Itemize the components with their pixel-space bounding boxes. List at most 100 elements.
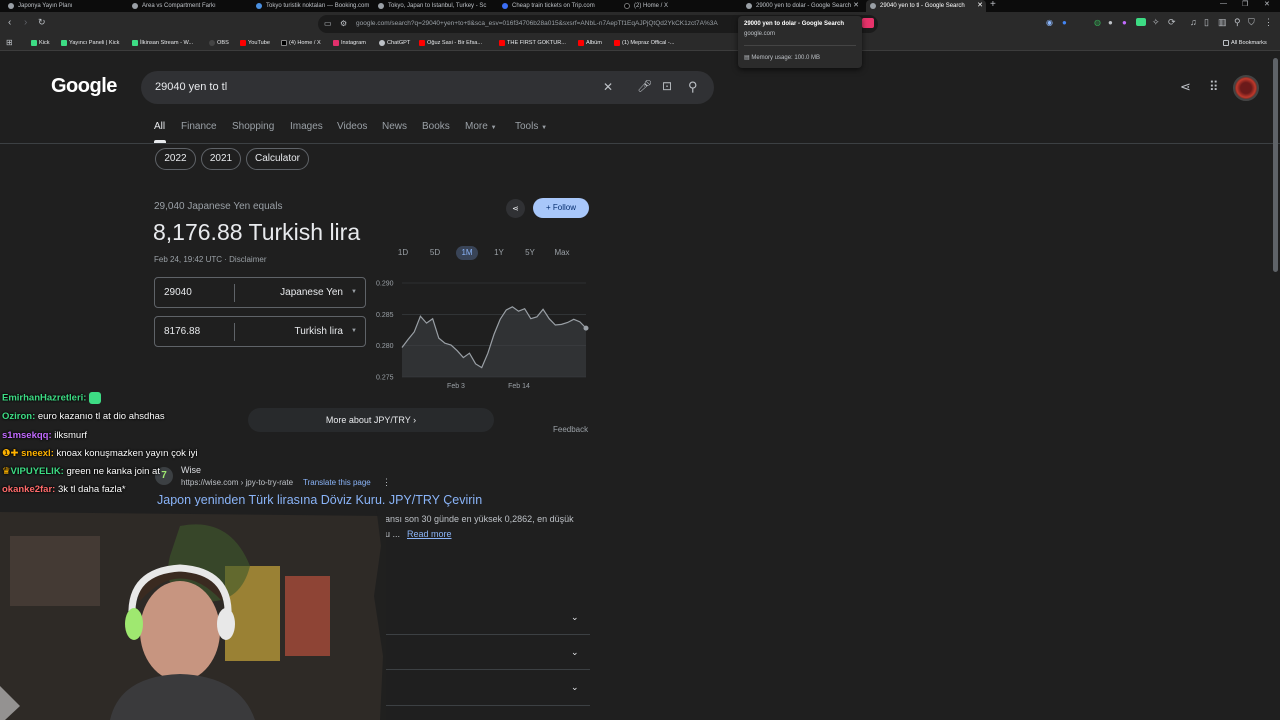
chat-message: ♛VIPUYELIK: green ne kanka join at <box>2 466 160 477</box>
chip-2021[interactable]: 2021 <box>201 148 241 170</box>
timestamp-disclaimer[interactable]: Feb 24, 19:42 UTC · Disclaimer <box>154 255 266 264</box>
search-input[interactable]: 29040 yen to tl <box>155 81 227 93</box>
browser-tab[interactable]: Japonya Yayın Planı <box>4 0 122 12</box>
close-tab-icon[interactable]: ✕ <box>853 0 859 12</box>
tab-all[interactable]: All <box>154 121 165 132</box>
search-box[interactable]: 29040 yen to tl ✕ 🎤︎ ⊡ ⚲ <box>141 71 714 104</box>
follow-button[interactable]: + Follow <box>533 198 589 218</box>
search-icon[interactable]: ⚲ <box>688 80 698 93</box>
close-window-icon[interactable]: ✕ <box>1264 0 1270 8</box>
feedback-link[interactable]: Feedback <box>553 425 588 434</box>
bookmark-item[interactable]: Albüm <box>577 36 602 51</box>
tab-images[interactable]: Images <box>290 121 323 132</box>
extensions-puzzle-icon[interactable]: ✧ <box>1152 17 1160 28</box>
to-currency-field[interactable]: 8176.88 Turkish lira ▼ <box>154 316 366 347</box>
more-options-icon[interactable]: ⋮ <box>382 477 391 488</box>
bookmark-item[interactable]: Kick <box>30 36 50 51</box>
bookmark-item[interactable]: Yayıncı Paneli | Kick <box>60 36 119 51</box>
google-logo[interactable]: Google <box>51 75 117 98</box>
media-icon[interactable]: ♫ <box>1190 17 1197 27</box>
tab-tools[interactable]: Tools ▼ <box>515 121 547 132</box>
forward-icon[interactable]: › <box>24 17 27 28</box>
result-site-name[interactable]: Wise <box>181 465 201 475</box>
lens-icon[interactable]: ⊡ <box>662 80 672 92</box>
avatar[interactable] <box>1233 75 1259 101</box>
bookmark-item[interactable]: (4) Home / X <box>280 36 321 51</box>
maximize-icon[interactable]: ❐ <box>1242 0 1248 8</box>
range-1y[interactable]: 1Y <box>491 246 507 260</box>
close-tab-icon[interactable]: ✕ <box>977 0 983 12</box>
tab-videos[interactable]: Videos <box>337 121 367 132</box>
from-amount-input[interactable]: 29040 <box>164 287 192 298</box>
equals-label: 29,040 Japanese Yen equals <box>154 201 283 212</box>
browser-tab[interactable]: Cheap train tickets on Trip.com <box>498 0 616 12</box>
translate-link[interactable]: Translate this page <box>303 478 371 487</box>
lab-icon[interactable]: ⚲ <box>1234 17 1241 28</box>
read-more-link[interactable]: Read more <box>407 529 452 539</box>
reload-icon[interactable]: ↻ <box>38 17 46 28</box>
share-icon[interactable]: ⋖ <box>1180 80 1191 93</box>
extension-icon[interactable]: ● <box>1062 18 1067 27</box>
bookmark-item[interactable]: Instagram <box>332 36 366 51</box>
browser-tab[interactable]: Tokyo turistik noktaları — Booking.com <box>252 0 370 12</box>
browser-tab[interactable]: (2) Home / X <box>620 0 738 12</box>
from-currency-select[interactable]: Japanese Yen <box>280 287 343 298</box>
menu-dots-icon[interactable]: ⋮ <box>1264 17 1273 28</box>
back-icon[interactable]: ‹ <box>8 17 11 28</box>
bookmark-item[interactable]: OBS <box>208 36 229 51</box>
bookmark-item[interactable]: THE FIRST GOKTUR... <box>498 36 566 51</box>
bookmark-item[interactable]: ChatGPT <box>378 36 410 51</box>
extension-icon[interactable] <box>862 18 874 28</box>
more-about-button[interactable]: More about JPY/TRY › <box>248 408 494 432</box>
browser-tab-active[interactable]: 29040 yen to tl - Google Search ✕ <box>866 0 986 12</box>
apps-grid-icon[interactable]: ⠿ <box>1209 80 1219 93</box>
share-button[interactable]: ⋖ <box>506 199 525 218</box>
browser-tab[interactable]: Tokyo, Japan to Istanbul, Turkey - Sc <box>374 0 492 12</box>
from-currency-field[interactable]: 29040 Japanese Yen ▼ <box>154 277 366 308</box>
shield-icon[interactable]: ⛉ <box>1248 17 1255 28</box>
extension-icon[interactable]: ● <box>1108 18 1113 27</box>
extension-icon[interactable]: ⟳ <box>1168 17 1176 28</box>
site-info-icon[interactable]: ⚙ <box>340 15 347 33</box>
tab-more[interactable]: More ▼ <box>465 121 497 132</box>
tab-books[interactable]: Books <box>422 121 450 132</box>
result-title-link[interactable]: Japon yeninden Türk lirasına Döviz Kuru.… <box>157 493 482 507</box>
range-5d[interactable]: 5D <box>427 246 443 260</box>
result-url[interactable]: https://wise.com › jpy-to-try-rate <box>181 478 293 487</box>
minimize-icon[interactable]: — <box>1220 0 1227 7</box>
bookmark-item[interactable]: YouTube <box>239 36 270 51</box>
chevron-down-icon[interactable]: ⌄ <box>571 682 579 693</box>
voice-search-icon[interactable]: 🎤︎ <box>637 80 652 92</box>
chevron-down-icon[interactable]: ⌄ <box>571 647 579 658</box>
side-panel-icon[interactable]: ▯ <box>1204 17 1209 28</box>
browser-tab[interactable]: 29000 yen to dolar - Google Search ✕ <box>742 0 862 12</box>
page-scrollbar[interactable] <box>1273 58 1278 272</box>
range-5y[interactable]: 5Y <box>522 246 538 260</box>
extension-icon[interactable]: ◍ <box>1094 18 1101 27</box>
apps-grid-icon[interactable]: ⊞ <box>6 38 13 47</box>
tab-shopping[interactable]: Shopping <box>232 121 274 132</box>
range-max[interactable]: Max <box>552 246 572 260</box>
bookmark-item[interactable]: İlkinsan Stream - W... <box>131 36 193 51</box>
tab-finance[interactable]: Finance <box>181 121 217 132</box>
bookmark-item[interactable]: (1) Mepraz Offical -... <box>613 36 674 51</box>
extension-icon[interactable]: ● <box>1122 18 1127 27</box>
browser-tab[interactable]: Area vs Compartment Farkı <box>128 0 246 12</box>
to-amount-input[interactable]: 8176.88 <box>164 326 200 337</box>
to-currency-select[interactable]: Turkish lira <box>294 326 343 337</box>
range-1d[interactable]: 1D <box>395 246 411 260</box>
extension-icon[interactable] <box>1136 18 1146 26</box>
bookmark-item[interactable]: Oğuz Sasi - Bir Efsa... <box>418 36 482 51</box>
sidebar-icon[interactable]: ▥ <box>1218 17 1227 28</box>
webcam-overlay <box>0 506 386 720</box>
chevron-down-icon[interactable]: ⌄ <box>571 612 579 623</box>
bookmark-tab-icon[interactable]: ▭ <box>324 15 332 33</box>
all-bookmarks-button[interactable]: All Bookmarks <box>1222 36 1267 51</box>
tab-news[interactable]: News <box>382 121 407 132</box>
clear-icon[interactable]: ✕ <box>603 81 613 93</box>
chip-2022[interactable]: 2022 <box>155 148 196 170</box>
new-tab-icon[interactable]: + <box>990 0 996 10</box>
chip-calculator[interactable]: Calculator <box>246 148 309 170</box>
extension-icon[interactable]: ◉ <box>1046 18 1053 27</box>
range-1m[interactable]: 1M <box>456 246 478 260</box>
